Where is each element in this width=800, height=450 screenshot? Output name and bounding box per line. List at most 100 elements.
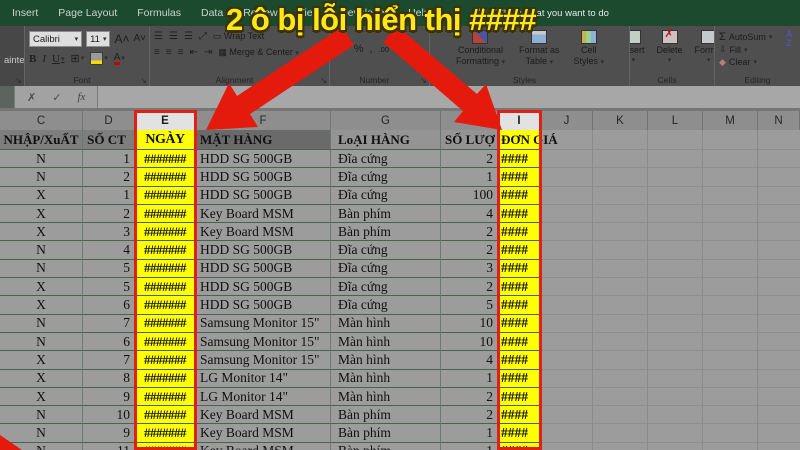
increase-indent-icon[interactable]: ⇥ [204,47,211,58]
cell-mat-hang[interactable]: HDD SG 500GB [196,260,331,278]
cell-loai-hang[interactable]: Đĩa cứng [331,150,441,168]
middle-align-icon[interactable]: ☰ [169,31,177,42]
empty-cell[interactable] [593,443,648,450]
cell-ngay-error[interactable]: ####### [135,150,196,168]
cell-don-gia-error[interactable]: #### [498,205,541,223]
cell-so-ct[interactable]: 10 [83,406,135,424]
empty-cell[interactable] [758,333,800,351]
empty-cell[interactable] [648,260,703,278]
cell-mat-hang[interactable]: HDD SG 500GB [196,168,331,186]
fill-color-icon[interactable]: ▾ [90,52,108,65]
align-center-icon[interactable]: ≡ [166,47,171,58]
empty-cell[interactable] [541,187,593,205]
empty-cell[interactable] [593,351,648,369]
cell-mat-hang[interactable]: LG Monitor 14" [196,388,331,406]
cell-so-luong[interactable]: 100 [441,187,498,205]
header-cell-don-gia[interactable]: ĐƠN GIÁ [498,130,541,150]
cell-loai-hang[interactable]: Bàn phím [331,223,441,241]
column-header-e[interactable]: E [135,111,196,130]
cell-mat-hang[interactable]: Key Board MSM [196,223,331,241]
tab-insert[interactable]: Insert [12,7,38,19]
cell-nhap-xuat[interactable]: N [0,406,83,424]
empty-cell[interactable] [648,130,703,150]
cell-so-ct[interactable]: 2 [83,205,135,223]
empty-cell[interactable] [703,205,758,223]
cell-so-luong[interactable]: 2 [441,223,498,241]
cell-nhap-xuat[interactable]: N [0,150,83,168]
clipboard-dialog-launcher-icon[interactable]: ↘ [15,77,22,85]
empty-cell[interactable] [648,333,703,351]
cell-so-luong[interactable]: 10 [441,315,498,333]
empty-cell[interactable] [758,388,800,406]
empty-cell[interactable] [758,424,800,442]
empty-cell[interactable] [648,424,703,442]
empty-cell[interactable] [703,130,758,150]
empty-cell[interactable] [593,296,648,314]
empty-cell[interactable] [593,187,648,205]
cell-so-ct[interactable]: 4 [83,241,135,259]
cell-don-gia-error[interactable]: #### [498,150,541,168]
cell-don-gia-error[interactable]: #### [498,406,541,424]
cell-so-ct[interactable]: 9 [83,388,135,406]
cell-so-ct[interactable]: 2 [83,168,135,186]
insert-button[interactable]: Insert▾ [630,29,648,67]
cell-mat-hang[interactable]: HDD SG 500GB [196,278,331,296]
cell-don-gia-error[interactable]: #### [498,260,541,278]
tab-data[interactable]: Data [201,7,223,19]
cell-don-gia-error[interactable]: #### [498,315,541,333]
cell-mat-hang[interactable]: HDD SG 500GB [196,187,331,205]
column-header-j[interactable]: J [541,111,593,130]
cell-so-luong[interactable]: 1 [441,370,498,388]
cell-ngay-error[interactable]: ####### [135,406,196,424]
cell-nhap-xuat[interactable]: X [0,388,83,406]
cell-loai-hang[interactable]: Bàn phím [331,443,441,450]
format-painter-label-partial[interactable]: ainter [4,55,21,66]
empty-cell[interactable] [593,406,648,424]
cell-loai-hang[interactable]: Màn hình [331,351,441,369]
cell-so-luong[interactable]: 1 [441,168,498,186]
empty-cell[interactable] [758,278,800,296]
empty-cell[interactable] [703,370,758,388]
empty-cell[interactable] [758,370,800,388]
borders-icon[interactable]: ⊞▾ [70,53,84,65]
cell-so-ct[interactable]: 5 [83,260,135,278]
cell-loai-hang[interactable]: Màn hình [331,333,441,351]
shrink-font-icon[interactable]: A˅ [133,33,146,45]
column-header-i[interactable]: I [498,111,541,130]
empty-cell[interactable] [541,351,593,369]
empty-cell[interactable] [593,241,648,259]
empty-cell[interactable] [703,223,758,241]
cell-ngay-error[interactable]: ####### [135,278,196,296]
empty-cell[interactable] [703,443,758,450]
cell-so-ct[interactable]: 11 [83,443,135,450]
cell-don-gia-error[interactable]: #### [498,388,541,406]
cell-ngay-error[interactable]: ####### [135,168,196,186]
cell-mat-hang[interactable]: HDD SG 500GB [196,150,331,168]
header-cell-mat-hang[interactable]: MẶT HÀNG [196,130,331,150]
empty-cell[interactable] [541,278,593,296]
cell-so-luong[interactable]: 1 [441,424,498,442]
delete-button[interactable]: Delete▾ [654,29,686,67]
percent-style-icon[interactable]: % [354,43,364,55]
decrease-decimal-icon[interactable]: .0 [395,45,401,54]
empty-cell[interactable] [541,223,593,241]
empty-cell[interactable] [541,241,593,259]
cell-don-gia-error[interactable]: #### [498,241,541,259]
formula-input[interactable] [98,86,800,108]
cell-mat-hang[interactable]: Key Board MSM [196,424,331,442]
cell-don-gia-error[interactable]: #### [498,223,541,241]
empty-cell[interactable] [648,406,703,424]
empty-cell[interactable] [593,205,648,223]
empty-cell[interactable] [648,443,703,450]
cell-mat-hang[interactable]: Samsung Monitor 15" [196,315,331,333]
cell-ngay-error[interactable]: ####### [135,241,196,259]
name-box-partial[interactable] [0,86,15,108]
cell-mat-hang[interactable]: Key Board MSM [196,205,331,223]
empty-cell[interactable] [593,333,648,351]
empty-cell[interactable] [648,168,703,186]
empty-cell[interactable] [541,205,593,223]
column-header-h[interactable]: H [441,111,498,130]
empty-cell[interactable] [541,424,593,442]
sort-filter-button-partial[interactable]: A Z [786,30,800,48]
empty-cell[interactable] [593,130,648,150]
